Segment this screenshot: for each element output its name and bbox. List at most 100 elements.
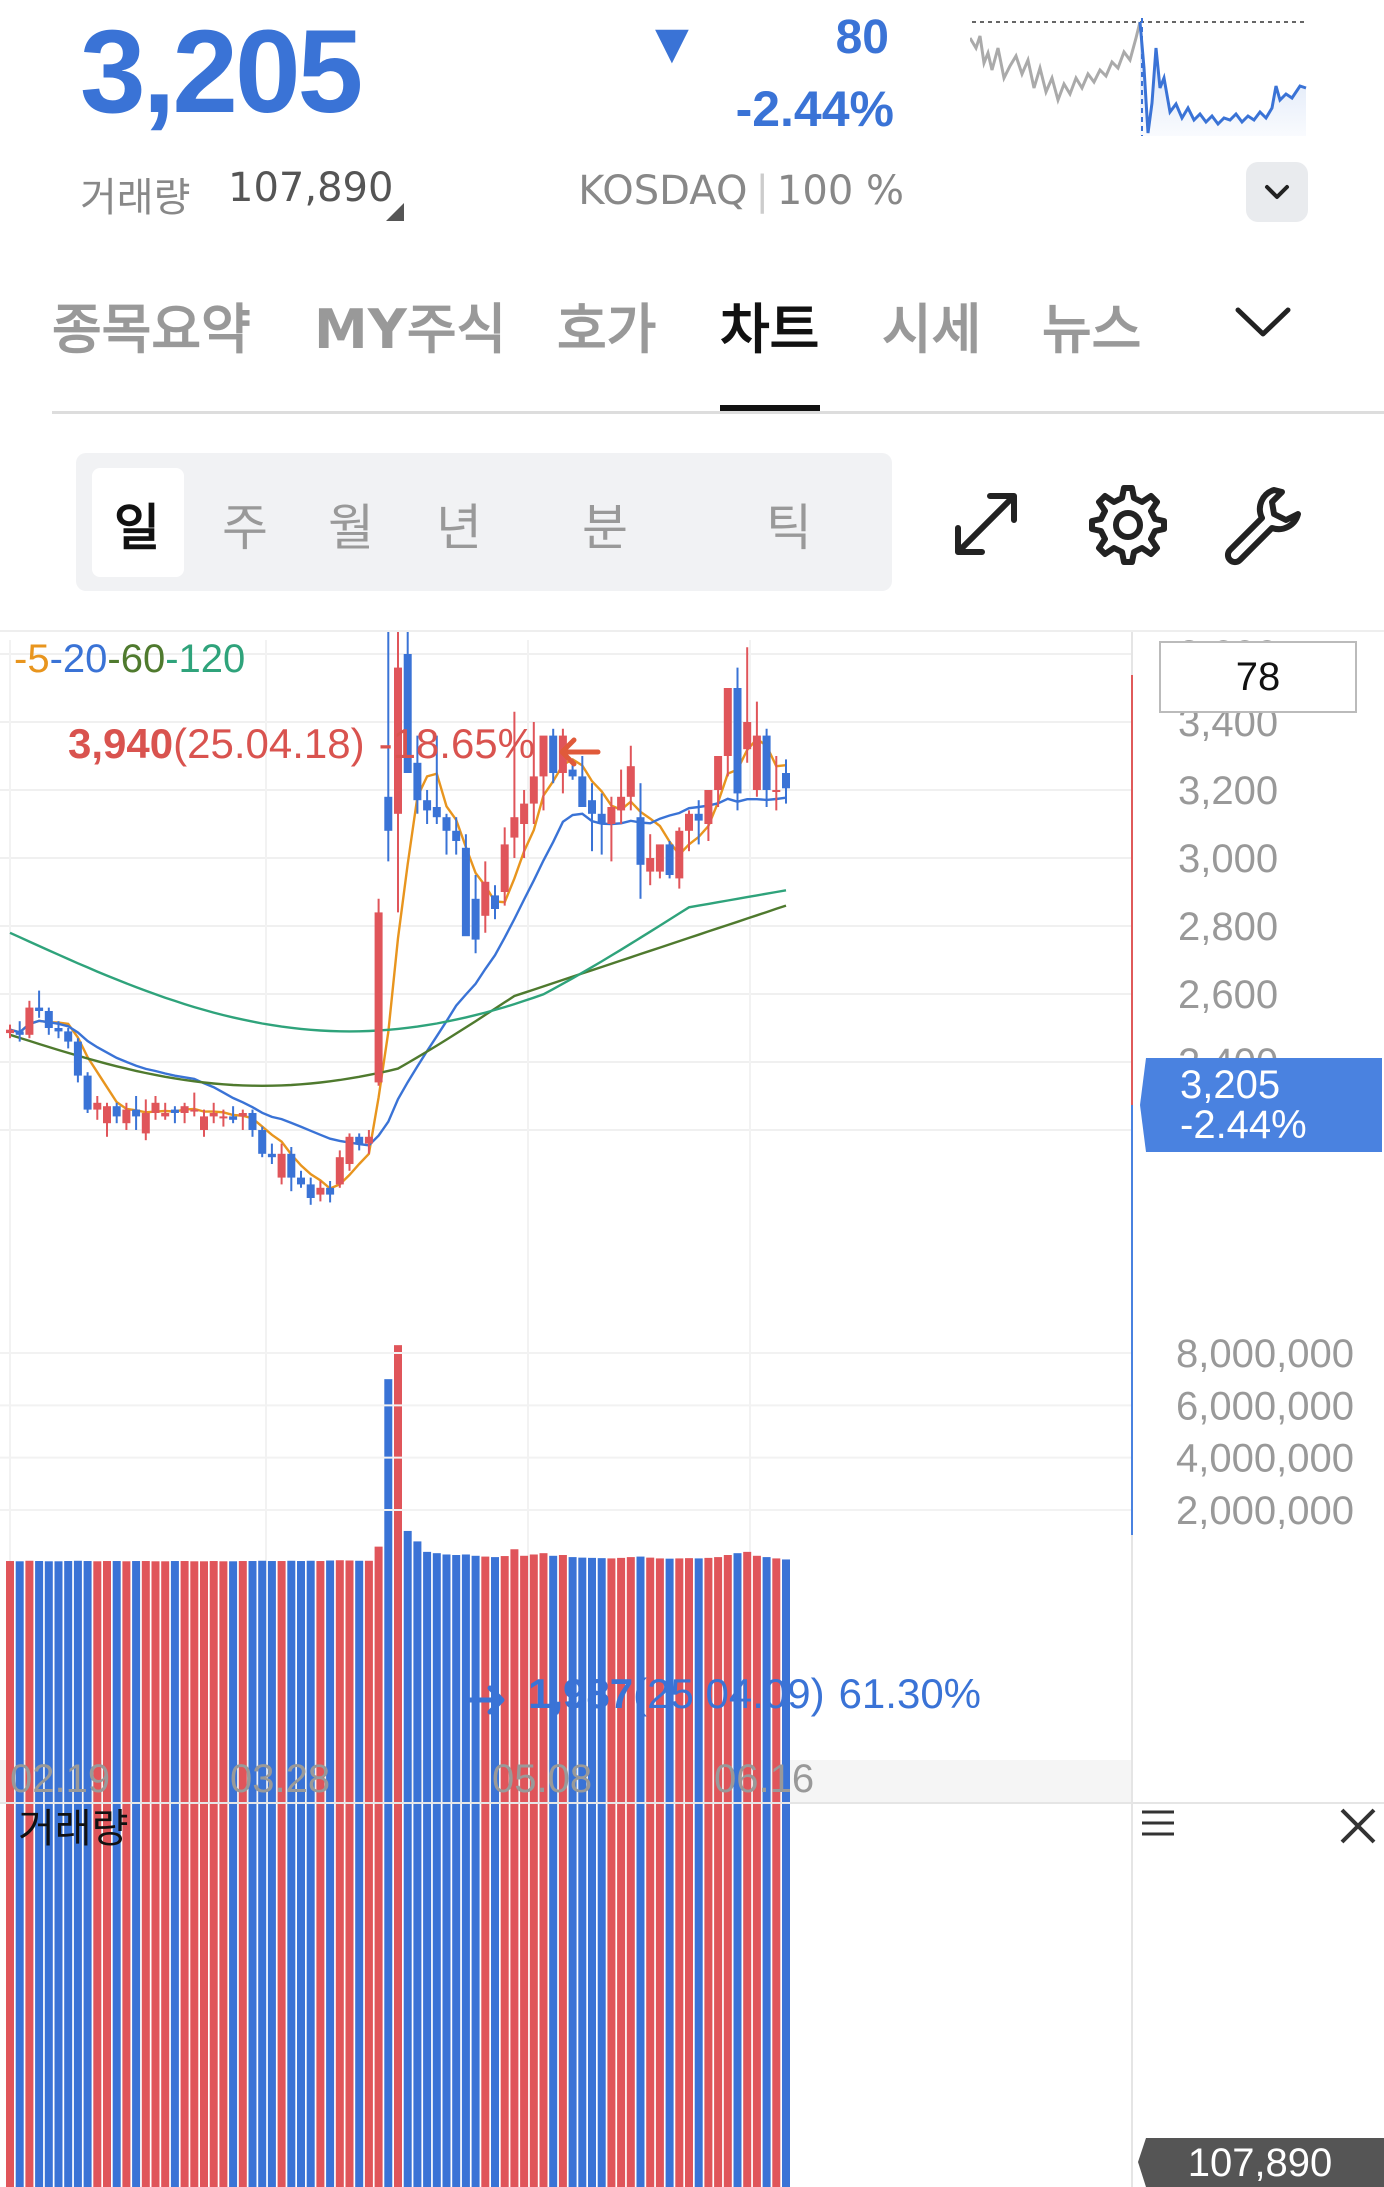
period-tick[interactable]: 틱 <box>766 488 812 560</box>
candle-body <box>364 1136 373 1144</box>
candle-body <box>743 722 752 750</box>
candle-body <box>25 1007 34 1035</box>
ma-legend-item: -60 <box>107 637 165 681</box>
high-date: (25.04.18) <box>173 720 364 767</box>
date-tick-label: 06.16 <box>714 1757 814 1801</box>
volume-bar <box>646 1557 655 2187</box>
market-separator: | <box>755 168 769 214</box>
candle-body <box>238 1113 247 1117</box>
volume-bar <box>588 1557 596 2187</box>
tab-news[interactable]: 뉴스 <box>1042 285 1141 364</box>
volume-bar <box>636 1556 645 2187</box>
candle-body <box>15 1031 24 1035</box>
candle-body <box>258 1130 267 1154</box>
volume-bar <box>510 1549 519 2187</box>
date-tick-label: 05.08 <box>492 1757 592 1801</box>
volume-bar <box>491 1557 499 2187</box>
volume-bar <box>772 1558 781 2187</box>
candle-body <box>568 769 577 777</box>
volume-bar <box>44 1561 53 2187</box>
candle-body <box>607 807 616 824</box>
settings-icon[interactable] <box>1078 478 1170 570</box>
ma-legend-item: -5 <box>14 637 50 681</box>
candle-body <box>44 1011 53 1028</box>
volume-bar <box>762 1557 771 2187</box>
volume-bar <box>64 1561 73 2187</box>
volume-tag-value: 107,890 <box>1188 2141 1333 2185</box>
volume-bar <box>549 1555 558 2187</box>
period-year[interactable]: 년 <box>436 488 482 560</box>
candle-body <box>752 735 761 790</box>
candle-body <box>248 1113 257 1130</box>
candle-body <box>316 1187 325 1195</box>
volume-bar <box>626 1557 635 2187</box>
candle-body <box>772 790 781 792</box>
intraday-sparkline[interactable] <box>970 8 1310 138</box>
market-info: KOSDAQ | 100 % <box>578 168 904 214</box>
volume-bar <box>481 1556 490 2187</box>
volume-bar <box>141 1561 150 2187</box>
candle-body <box>491 895 499 909</box>
volume-bar <box>384 1379 393 2187</box>
candle-body <box>374 912 383 1083</box>
volume-bar <box>93 1561 102 2187</box>
low-annotation: 1,987(25.04.09) 61.30% <box>528 1670 981 1717</box>
volume-label: 거래량 <box>80 175 191 221</box>
candle-body <box>549 735 558 773</box>
volume-close-icon[interactable] <box>1340 1808 1376 1844</box>
candle-body <box>529 776 538 804</box>
volume-bar <box>607 1558 616 2187</box>
volume-bar <box>200 1561 208 2187</box>
volume-bar <box>83 1561 92 2187</box>
period-minute[interactable]: 분 <box>582 488 628 560</box>
candle-body <box>655 844 664 872</box>
volume-bar <box>103 1561 111 2187</box>
tab-chart[interactable]: 차트 <box>720 285 819 364</box>
candle-body <box>54 1028 63 1032</box>
volume-bar <box>423 1551 432 2187</box>
candle-body <box>636 817 645 865</box>
expand-icon[interactable] <box>940 478 1032 570</box>
tab-my-stock[interactable]: MY주식 <box>314 285 506 364</box>
volume-bar <box>161 1561 170 2187</box>
price-change-percent: -2.44% <box>735 81 894 137</box>
price-tag-pct: -2.44% <box>1180 1103 1307 1147</box>
volume-bar <box>694 1558 703 2187</box>
market-name: KOSDAQ <box>578 168 748 214</box>
low-value: 1,987 <box>528 1670 633 1717</box>
candle-body <box>229 1116 238 1120</box>
tab-quote[interactable]: 시세 <box>882 285 981 364</box>
tabs-more-chevron-icon[interactable] <box>1232 290 1294 352</box>
candle-body <box>481 881 490 916</box>
volume-bar <box>229 1561 238 2187</box>
wrench-icon[interactable] <box>1216 478 1308 570</box>
tab-summary[interactable]: 종목요약 <box>52 285 251 364</box>
candle-body <box>93 1102 102 1110</box>
candle-body <box>170 1109 179 1113</box>
volume-corner-icon <box>386 203 404 221</box>
high-annotation: 3,940(25.04.18) -18.65% <box>68 720 535 767</box>
candle-body <box>326 1187 335 1195</box>
candle-body <box>6 1029 14 1034</box>
volume-bar <box>714 1557 723 2187</box>
period-month[interactable]: 월 <box>328 488 374 560</box>
volume-bar <box>267 1561 276 2187</box>
stock-chart[interactable]: 3,8003,6003,4003,2003,0002,8002,6002,400… <box>0 632 1384 2187</box>
tab-orderbook[interactable]: 호가 <box>557 285 656 364</box>
candle-body <box>704 790 713 824</box>
volume-bar <box>432 1553 441 2187</box>
header-expand-button[interactable] <box>1246 162 1308 222</box>
candle-body <box>714 756 723 790</box>
candle-body <box>112 1106 121 1117</box>
volume-bar <box>403 1530 412 2187</box>
period-day[interactable]: 일 <box>114 488 160 560</box>
price-tick-label: 3,200 <box>1178 769 1278 813</box>
candle-body <box>685 813 693 831</box>
volume-bar <box>500 1556 509 2187</box>
current-price: 3,205 <box>80 6 363 138</box>
volume-bar <box>665 1558 674 2187</box>
candle-body <box>277 1153 286 1178</box>
candle-body <box>132 1109 141 1117</box>
period-week[interactable]: 주 <box>222 488 268 560</box>
volume-menu-icon[interactable] <box>1142 1810 1174 1836</box>
